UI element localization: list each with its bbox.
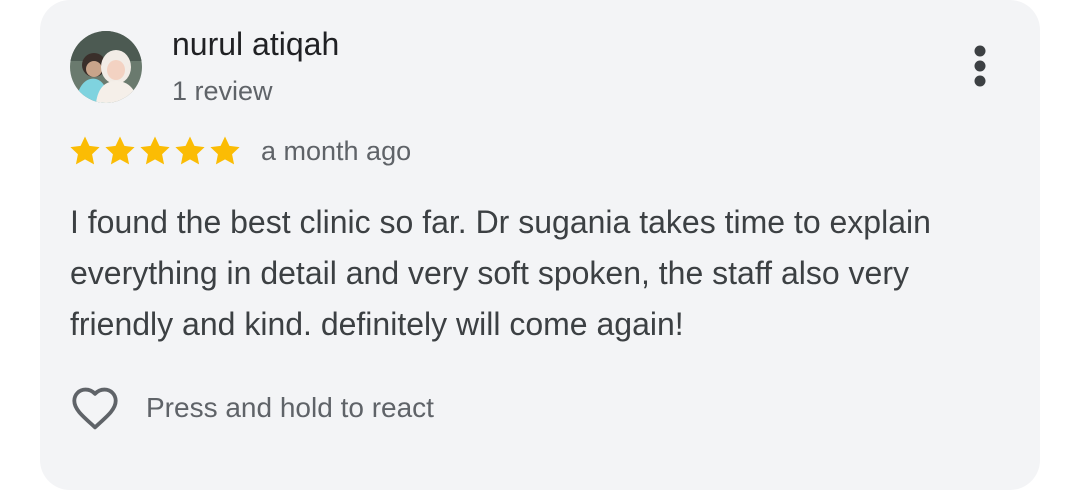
react-button[interactable]: Press and hold to react (68, 381, 434, 435)
react-label: Press and hold to react (146, 392, 434, 423)
review-text: I found the best clinic so far. Dr sugan… (70, 204, 931, 342)
heart-outline-icon (68, 381, 122, 435)
star-icon (68, 134, 102, 168)
author-name[interactable]: nurul atiqah (172, 24, 339, 64)
star-icon (138, 134, 172, 168)
more-vert-icon (974, 45, 986, 87)
star-icon (173, 134, 207, 168)
review-card: nurul atiqah 1 review a month ago I foun… (40, 0, 1040, 490)
author-avatar[interactable] (70, 31, 142, 103)
star-icon (103, 134, 137, 168)
review-date: a month ago (261, 136, 412, 166)
author-review-count: 1 review (172, 76, 273, 106)
star-rating (68, 132, 243, 170)
star-icon (208, 134, 242, 168)
more-options-button[interactable] (962, 40, 998, 92)
